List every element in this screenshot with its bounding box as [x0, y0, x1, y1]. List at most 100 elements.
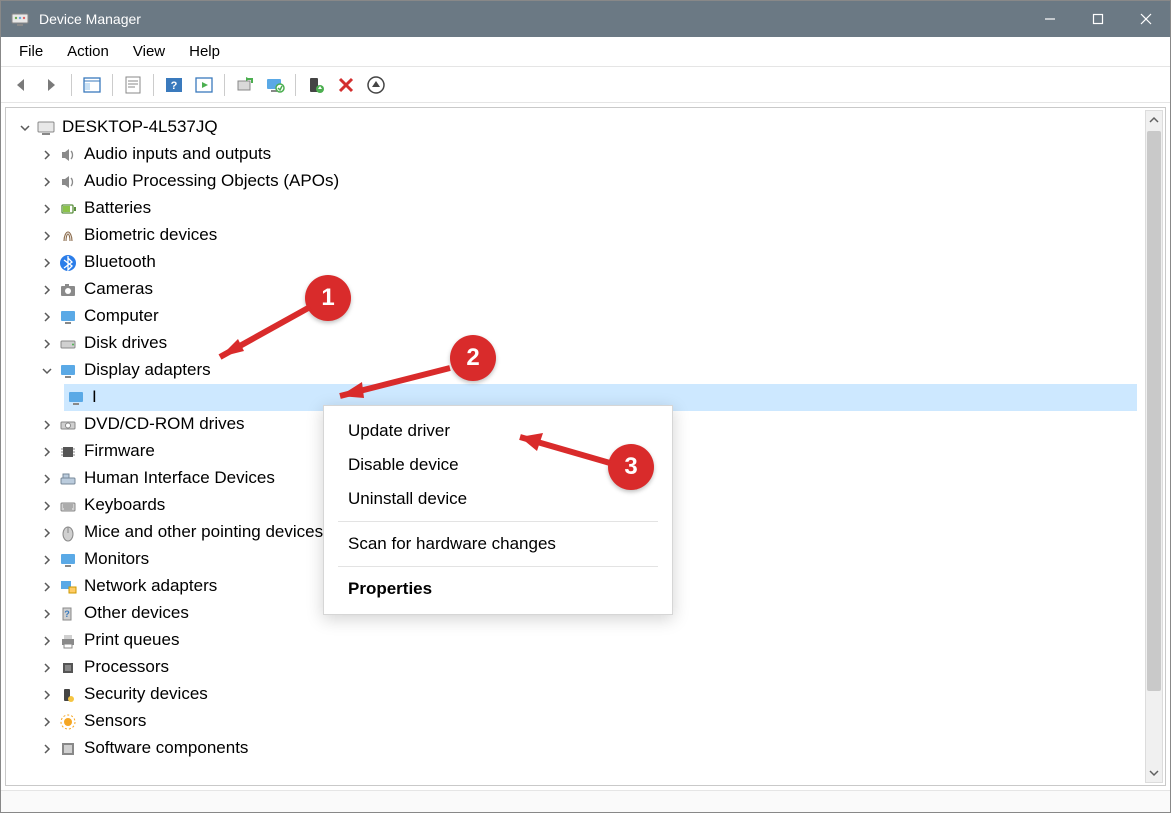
expand-icon[interactable]	[38, 443, 56, 461]
expand-icon[interactable]	[38, 200, 56, 218]
tree-item-label: Print queues	[84, 627, 179, 653]
tree-item-label: Audio inputs and outputs	[84, 141, 271, 167]
expand-icon[interactable]	[38, 632, 56, 650]
printer-icon	[58, 631, 78, 651]
monitor-icon	[58, 307, 78, 327]
vertical-scrollbar[interactable]	[1145, 110, 1163, 783]
tree-item-biometric[interactable]: Biometric devices	[38, 222, 1137, 249]
tree-item-label: Disk drives	[84, 330, 167, 356]
tree-item-batteries[interactable]: Batteries	[38, 195, 1137, 222]
tree-item-cameras[interactable]: Cameras	[38, 276, 1137, 303]
expand-icon[interactable]	[38, 416, 56, 434]
sensor-icon	[58, 712, 78, 732]
tree-root[interactable]: DESKTOP-4L537JQ	[16, 114, 1137, 141]
tree-item-apo[interactable]: Audio Processing Objects (APOs)	[38, 168, 1137, 195]
titlebar: Device Manager	[1, 1, 1170, 37]
context-menu-scan-hardware[interactable]: Scan for hardware changes	[324, 527, 672, 561]
minimize-button[interactable]	[1026, 1, 1074, 37]
context-menu-update-driver[interactable]: Update driver	[324, 414, 672, 448]
context-menu-properties[interactable]: Properties	[324, 572, 672, 606]
monitor-icon	[58, 550, 78, 570]
tree-item-print-queues[interactable]: Print queues	[38, 627, 1137, 654]
tree-item-security[interactable]: Security devices	[38, 681, 1137, 708]
tree-item-label: Software components	[84, 735, 248, 761]
tree-item-label: Other devices	[84, 600, 189, 626]
tree-item-label: Network adapters	[84, 573, 217, 599]
tree-item-software-components[interactable]: Software components	[38, 735, 1137, 762]
tree-item-label: Cameras	[84, 276, 153, 302]
svg-text:?: ?	[64, 609, 70, 619]
callout-3: 3	[608, 444, 654, 490]
scrollbar-thumb[interactable]	[1147, 131, 1161, 691]
close-button[interactable]	[1122, 1, 1170, 37]
toolbar-separator	[295, 74, 296, 96]
uninstall-device-button[interactable]	[362, 71, 390, 99]
tree-item-label: Firmware	[84, 438, 155, 464]
tree-item-disk-drives[interactable]: Disk drives	[38, 330, 1137, 357]
disable-device-button[interactable]	[332, 71, 360, 99]
context-menu-separator	[338, 521, 658, 522]
tree-item-display-adapters[interactable]: Display adapters	[38, 357, 1137, 384]
expand-icon[interactable]	[38, 740, 56, 758]
speaker-icon	[58, 172, 78, 192]
maximize-button[interactable]	[1074, 1, 1122, 37]
toolbar-separator	[71, 74, 72, 96]
tree-root-label: DESKTOP-4L537JQ	[62, 114, 218, 140]
tree-item-processors[interactable]: Processors	[38, 654, 1137, 681]
tree-item-computer[interactable]: Computer	[38, 303, 1137, 330]
tree-item-label: Batteries	[84, 195, 151, 221]
display-adapter-icon	[66, 388, 86, 408]
bluetooth-icon	[58, 253, 78, 273]
enable-device-button[interactable]	[302, 71, 330, 99]
menu-file[interactable]: File	[7, 39, 55, 64]
tree-item-label: Human Interface Devices	[84, 465, 275, 491]
tree-item-label: DVD/CD-ROM drives	[84, 411, 245, 437]
expand-icon[interactable]	[38, 470, 56, 488]
tree-item-sensors[interactable]: Sensors	[38, 708, 1137, 735]
expand-icon[interactable]	[38, 335, 56, 353]
tree-item-label: Bluetooth	[84, 249, 156, 275]
show-hide-console-tree-button[interactable]	[78, 71, 106, 99]
expand-icon[interactable]	[38, 605, 56, 623]
expand-icon[interactable]	[38, 308, 56, 326]
expand-icon[interactable]	[38, 146, 56, 164]
expand-icon[interactable]	[38, 281, 56, 299]
tree-item-label: Mice and other pointing devices	[84, 519, 323, 545]
expand-icon[interactable]	[38, 497, 56, 515]
scan-hardware-button[interactable]	[231, 71, 259, 99]
tree-item-label: Security devices	[84, 681, 208, 707]
menu-view[interactable]: View	[121, 39, 177, 64]
security-icon	[58, 685, 78, 705]
help-button[interactable]: ?	[160, 71, 188, 99]
expand-icon[interactable]	[38, 254, 56, 272]
expand-icon[interactable]	[38, 227, 56, 245]
speaker-icon	[58, 145, 78, 165]
expand-icon[interactable]	[38, 173, 56, 191]
expand-icon[interactable]	[38, 551, 56, 569]
update-driver-button[interactable]	[261, 71, 289, 99]
expand-icon[interactable]	[38, 578, 56, 596]
expand-icon[interactable]	[38, 686, 56, 704]
properties-button[interactable]	[119, 71, 147, 99]
context-menu: Update driver Disable device Uninstall d…	[323, 405, 673, 615]
expand-icon[interactable]	[38, 659, 56, 677]
expand-icon[interactable]	[38, 524, 56, 542]
tree-item-audio-inputs[interactable]: Audio inputs and outputs	[38, 141, 1137, 168]
collapse-icon[interactable]	[16, 119, 34, 137]
fingerprint-icon	[58, 226, 78, 246]
expand-icon[interactable]	[38, 713, 56, 731]
menu-help[interactable]: Help	[177, 39, 232, 64]
back-button[interactable]	[7, 71, 35, 99]
tree-item-bluetooth[interactable]: Bluetooth	[38, 249, 1137, 276]
collapse-icon[interactable]	[38, 362, 56, 380]
tree-item-label: Processors	[84, 654, 169, 680]
hid-icon	[58, 469, 78, 489]
action-center-button[interactable]	[190, 71, 218, 99]
keyboard-icon	[58, 496, 78, 516]
scroll-down-button[interactable]	[1146, 764, 1162, 782]
menu-action[interactable]: Action	[55, 39, 121, 64]
scroll-up-button[interactable]	[1146, 111, 1162, 129]
unknown-icon: ?	[58, 604, 78, 624]
forward-button[interactable]	[37, 71, 65, 99]
disk-icon	[58, 334, 78, 354]
